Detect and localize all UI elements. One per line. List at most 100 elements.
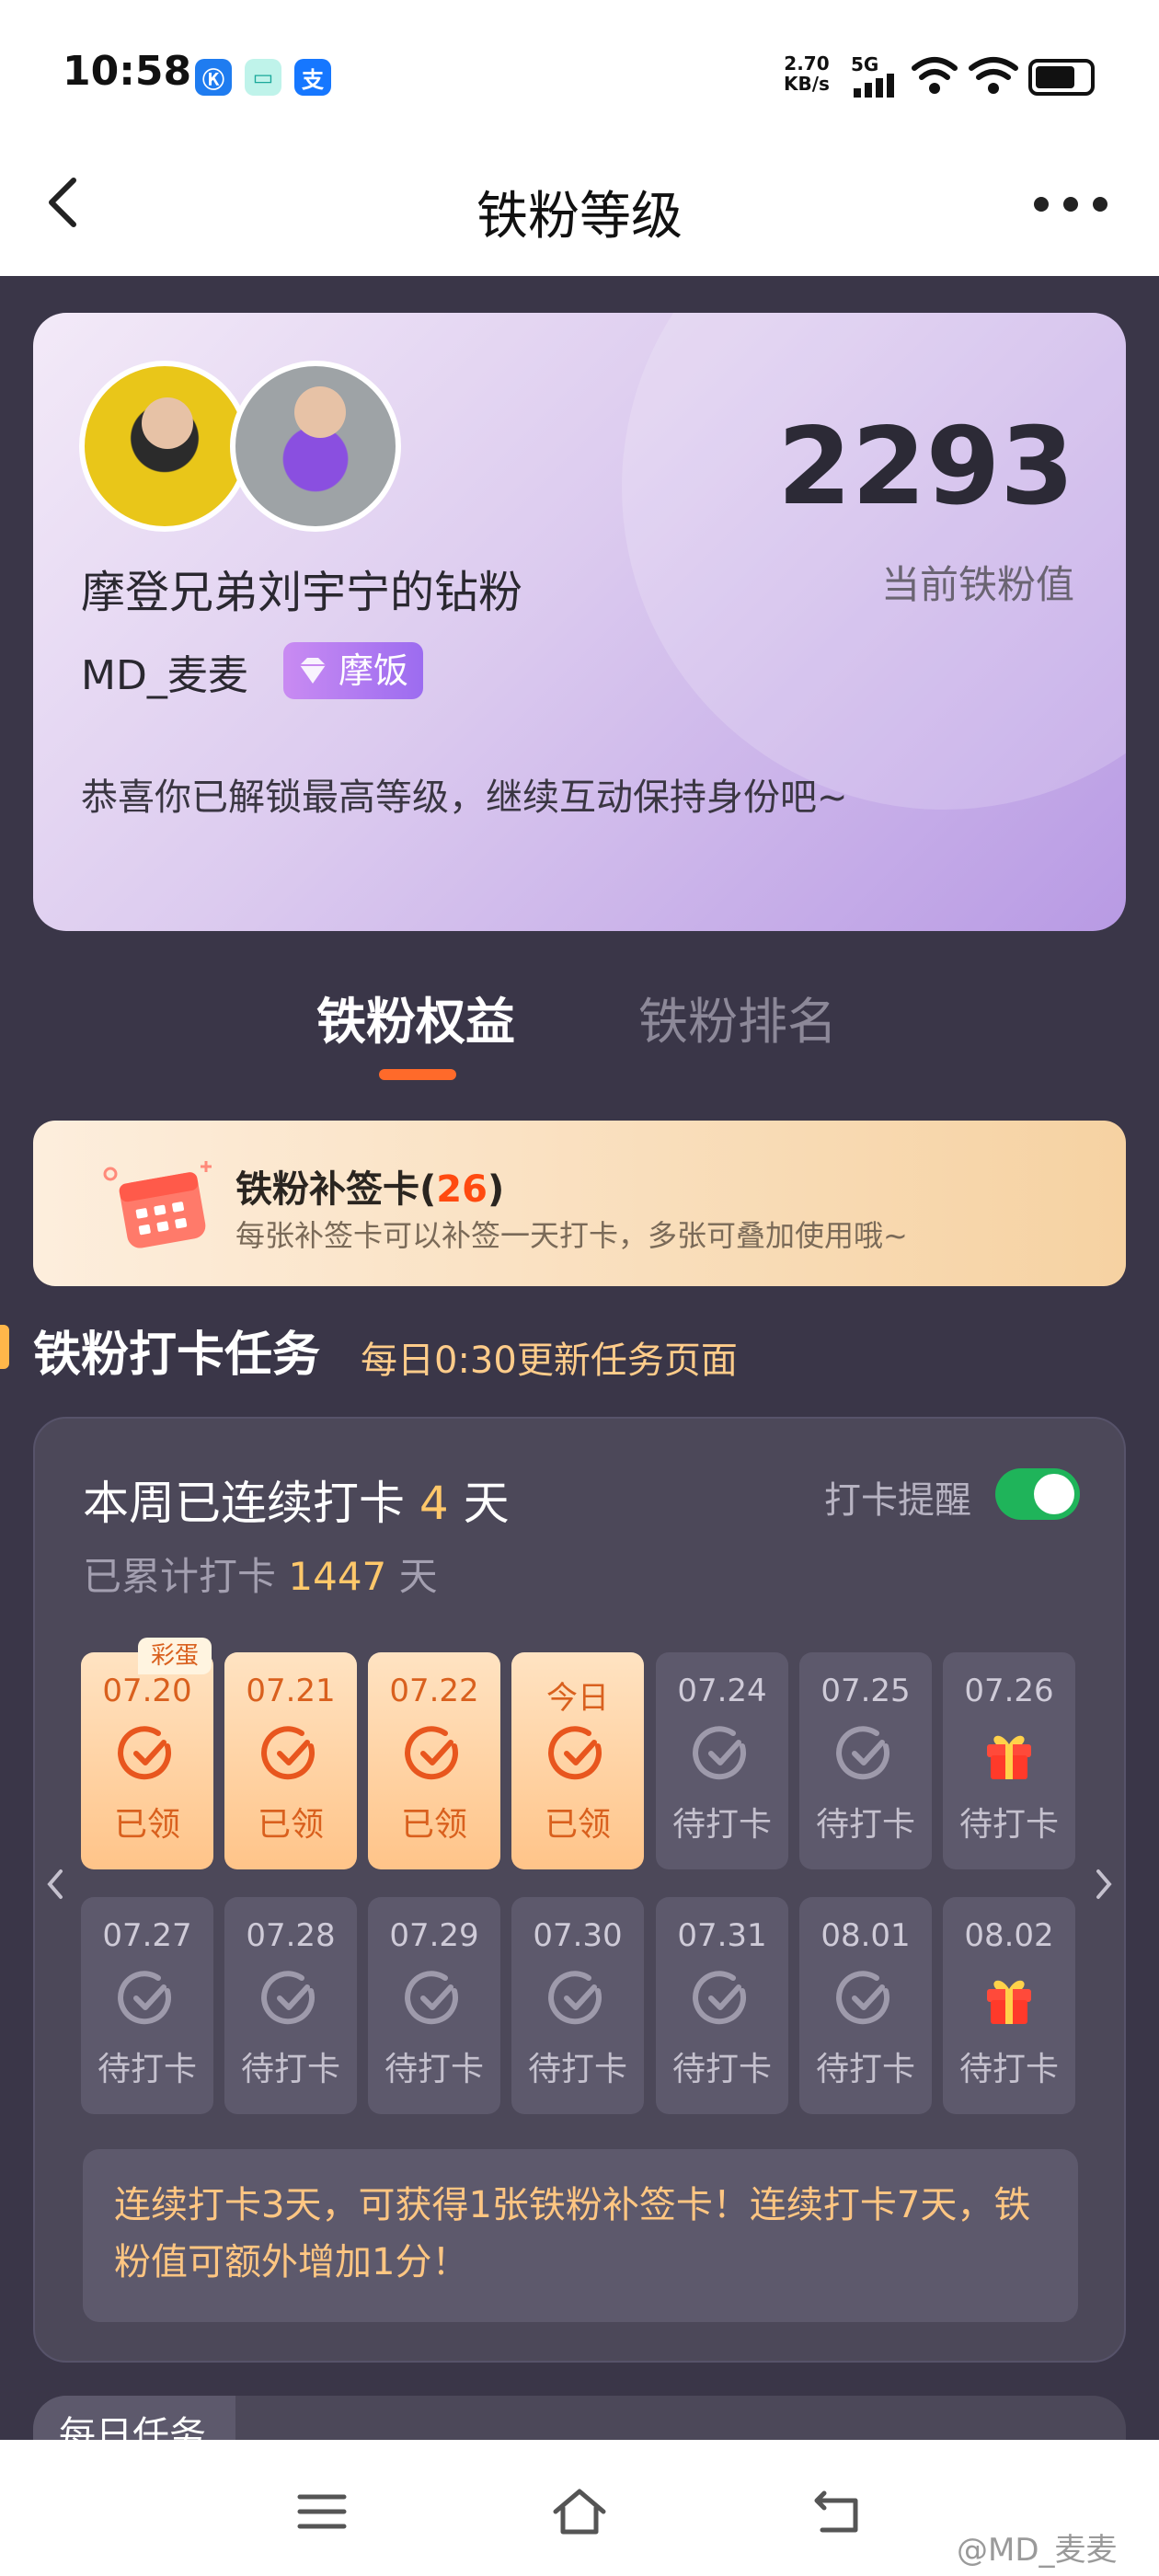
checkin-day[interactable]: 07.26 待打卡 (943, 1652, 1075, 1869)
checkin-day[interactable]: 今日 已领 (511, 1652, 644, 1869)
avatar-idol[interactable] (230, 361, 401, 532)
checkin-day-date: 08.02 (964, 1917, 1054, 1954)
chat-notification-icon: ▭ (245, 59, 281, 96)
chevron-left-icon[interactable] (40, 1866, 70, 1903)
section-subtitle: 每日0:30更新任务页面 (361, 1340, 738, 1382)
checkin-day[interactable]: 07.29 待打卡 (368, 1897, 500, 2114)
check-pending-icon (118, 1971, 172, 2025)
checkin-day[interactable]: 07.27 待打卡 (81, 1897, 213, 2114)
checkin-day-date: 07.20 (102, 1673, 192, 1709)
congrats-message: 恭喜你已解锁最高等级，继续互动保持身份吧~ (81, 776, 848, 819)
status-time: 10:58 (63, 48, 192, 95)
menu-icon[interactable] (294, 2484, 350, 2539)
avatar-user[interactable] (79, 361, 250, 532)
total-checkins: 已累计打卡 1447 天 (83, 1554, 438, 1599)
network-speed: 2.70 KB/s (784, 52, 830, 95)
checkin-day-status: 已领 (257, 1806, 324, 1844)
checkin-day[interactable]: 08.02 待打卡 (943, 1897, 1075, 2114)
checkin-day[interactable]: 08.01 待打卡 (799, 1897, 932, 2114)
checkin-day-status: 已领 (113, 1806, 180, 1844)
weekly-streak: 本周已连续打卡 4 天 (83, 1477, 510, 1530)
resign-card-count: 26 (436, 1168, 488, 1211)
streak-days: 4 (419, 1477, 449, 1530)
check-pending-icon (836, 1726, 890, 1780)
checkin-day-date: 07.25 (820, 1673, 911, 1709)
checkin-day-status: 待打卡 (384, 2051, 484, 2088)
page-title: 铁粉等级 (476, 187, 683, 247)
checkin-day[interactable]: 07.31 待打卡 (656, 1897, 788, 2114)
tab-fan-ranking[interactable]: 铁粉排名 (638, 981, 837, 1053)
resign-card-banner[interactable]: 铁粉补签卡(26) 每张补签卡可以补签一天打卡，多张可叠加使用哦~ (33, 1121, 1126, 1286)
checkin-day-status: 待打卡 (240, 2051, 340, 2088)
checkin-day-date: 07.30 (533, 1917, 623, 1954)
check-pending-icon (405, 1971, 459, 2025)
checkin-day-date: 07.27 (102, 1917, 192, 1954)
checkin-tip-text: 连续打卡3天，可获得1张铁粉补签卡！连续打卡7天，铁粉值可额外增加1分！ (114, 2184, 1031, 2283)
check-done-icon (405, 1726, 459, 1780)
tab-fan-benefits[interactable]: 铁粉权益 (316, 981, 515, 1053)
avatar-figure (142, 397, 193, 449)
active-tab-indicator (379, 1069, 456, 1080)
checkin-day-status: 待打卡 (815, 1806, 915, 1844)
checkin-day-status: 待打卡 (958, 1806, 1059, 1844)
battery-level (1036, 66, 1074, 88)
checkin-day-status: 待打卡 (527, 2051, 627, 2088)
resign-card-title: 铁粉补签卡(26) (235, 1168, 505, 1211)
more-options-icon[interactable] (1034, 197, 1107, 212)
username: MD_麦麦 (81, 652, 248, 699)
checkin-day-status: 待打卡 (671, 2051, 772, 2088)
checkin-day[interactable]: 07.20 已领 (81, 1652, 213, 1869)
checkin-day-date: 07.28 (246, 1917, 336, 1954)
check-pending-icon (693, 1726, 747, 1780)
checkin-tip: 连续打卡3天，可获得1张铁粉补签卡！连续打卡7天，铁粉值可额外增加1分！ (83, 2149, 1078, 2322)
checkin-day[interactable]: 07.25 待打卡 (799, 1652, 932, 1869)
checkin-day[interactable]: 07.22 已领 (368, 1652, 500, 1869)
easter-egg-tag: 彩蛋 (138, 1638, 212, 1674)
gift-icon (987, 1980, 1031, 2024)
checkin-day-date: 07.29 (389, 1917, 479, 1954)
wifi-icon-2 (969, 57, 1018, 94)
chevron-right-icon[interactable] (1089, 1866, 1119, 1903)
checkin-day-date: 07.31 (677, 1917, 767, 1954)
checkin-day-date: 08.01 (820, 1917, 911, 1954)
check-done-icon (118, 1726, 172, 1780)
gift-icon (987, 1735, 1031, 1779)
fan-value: 2293 (777, 405, 1074, 529)
checkin-day-status: 待打卡 (958, 2051, 1059, 2088)
badge-label: 摩饭 (339, 650, 409, 691)
checkin-day-date: 07.22 (389, 1673, 479, 1709)
app-notification-icon: Ⓚ (195, 59, 232, 96)
reminder-label: 打卡提醒 (824, 1479, 971, 1522)
home-icon[interactable] (552, 2484, 607, 2539)
watermark: @MD_麦麦 (957, 2532, 1118, 2569)
checkin-day[interactable]: 07.24 待打卡 (656, 1652, 788, 1869)
check-pending-icon (693, 1971, 747, 2025)
cellular-label: 5G (851, 53, 879, 75)
wifi-icon (912, 57, 958, 94)
avatar-figure (294, 386, 346, 438)
checkin-day[interactable]: 07.30 待打卡 (511, 1897, 644, 2114)
checkin-day-status: 已领 (400, 1806, 467, 1844)
checkin-day-date: 07.21 (246, 1673, 336, 1709)
checkin-day[interactable]: 07.28 待打卡 (224, 1897, 357, 2114)
fan-club-badge: 摩饭 (283, 642, 424, 699)
total-days: 1447 (288, 1554, 387, 1599)
checkin-day-date: 07.24 (677, 1673, 767, 1709)
check-pending-icon (261, 1971, 316, 2025)
checkin-day-status: 待打卡 (671, 1806, 772, 1844)
alipay-notification-icon: 支 (294, 59, 331, 96)
check-done-icon (548, 1726, 602, 1780)
fan-level-title: 摩登兄弟刘宇宁的钻粉 (81, 567, 523, 618)
section-title: 铁粉打卡任务 (33, 1328, 321, 1383)
checkin-day-date: 07.26 (964, 1673, 1054, 1709)
checkin-day-status: 待打卡 (815, 2051, 915, 2088)
reminder-toggle[interactable] (995, 1468, 1080, 1520)
back-nav-icon[interactable] (809, 2484, 865, 2539)
checkin-day[interactable]: 07.21 已领 (224, 1652, 357, 1869)
battery-icon (1028, 59, 1095, 96)
fan-value-label: 当前铁粉值 (880, 562, 1074, 607)
resign-card-desc: 每张补签卡可以补签一天打卡，多张可叠加使用哦~ (235, 1218, 908, 1253)
diamond-icon (300, 658, 326, 684)
check-pending-icon (548, 1971, 602, 2025)
checkin-day-status: 已领 (544, 1806, 611, 1844)
